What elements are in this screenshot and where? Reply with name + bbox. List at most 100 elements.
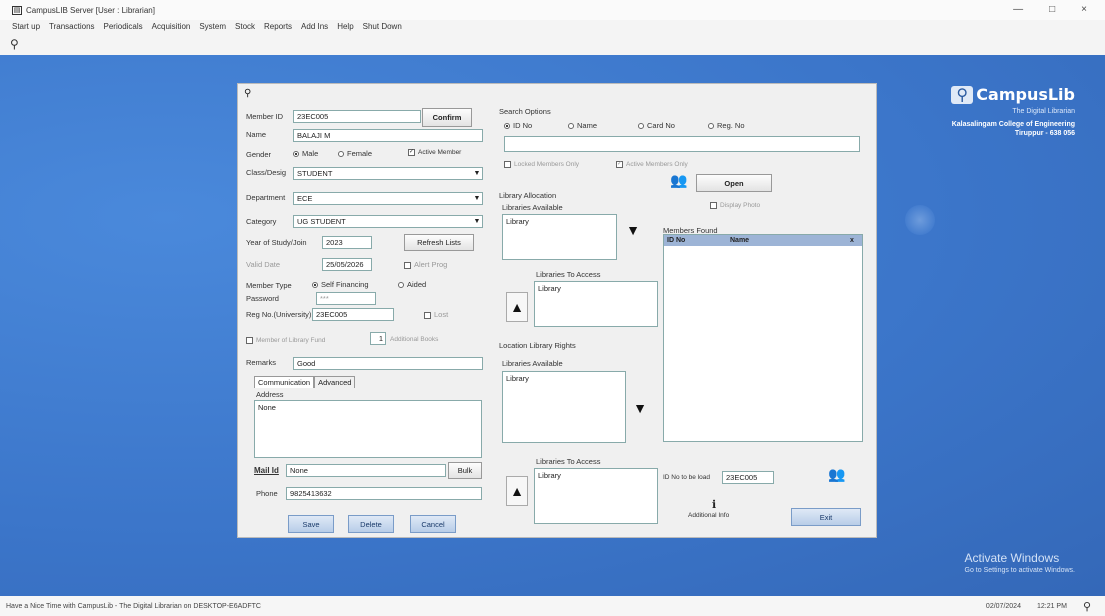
reg-no-field[interactable]: 23EC005 (312, 308, 394, 321)
binoculars-icon: ⚲ (1082, 600, 1091, 613)
minimize-icon[interactable]: — (1013, 4, 1023, 15)
brand-panel: ⚲ CampusLib The Digital Librarian Kalasal… (951, 85, 1075, 137)
search-input[interactable] (504, 136, 860, 152)
status-text: Have a Nice Time with CampusLib - The Di… (6, 602, 261, 610)
members-icon: 👥 (670, 172, 688, 188)
cancel-button[interactable]: Cancel (410, 515, 456, 533)
tab-communication[interactable]: Communication (254, 376, 315, 388)
exit-button[interactable]: Exit (791, 508, 861, 526)
lost-checkbox[interactable]: Lost (424, 310, 448, 319)
arrow-up-icon[interactable]: ▲ (506, 476, 528, 506)
arrow-up-icon[interactable]: ▲ (506, 292, 528, 322)
restore-icon[interactable]: □ (1049, 4, 1055, 15)
search-reg-radio[interactable]: Reg. No (708, 121, 745, 130)
loc-libraries-to-access-list[interactable]: Library (534, 468, 658, 524)
class-combo[interactable]: STUDENT ▼ (293, 167, 483, 180)
year-field[interactable]: 2023 (322, 236, 372, 249)
display-photo-checkbox[interactable]: Display Photo (710, 202, 760, 209)
tab-advanced[interactable]: Advanced (314, 376, 356, 388)
id-to-load-field[interactable]: 23EC005 (722, 471, 774, 484)
refresh-lists-button[interactable]: Refresh Lists (404, 234, 474, 251)
class-label: Class/Desig (246, 168, 287, 177)
menu-system[interactable]: System (199, 22, 226, 36)
remarks-field[interactable]: Good (293, 357, 483, 370)
valid-date-field[interactable]: 25/05/2026 (322, 258, 372, 271)
save-button[interactable]: Save (288, 515, 334, 533)
status-time: 12:21 PM (1036, 602, 1067, 610)
libraries-available-list[interactable]: Library (502, 214, 617, 260)
confirm-button[interactable]: Confirm (422, 108, 472, 127)
col-name-header[interactable]: Name (700, 237, 850, 244)
menu-stock[interactable]: Stock (235, 22, 255, 36)
search-id-radio[interactable]: ID No (504, 121, 532, 130)
search-card-radio[interactable]: Card No (638, 121, 675, 130)
chevron-down-icon: ▼ (473, 195, 481, 202)
menu-periodicals[interactable]: Periodicals (104, 22, 143, 36)
gender-female-radio[interactable]: Female (338, 149, 372, 158)
arrow-down-icon[interactable]: ▼ (629, 394, 651, 424)
libraries-to-access-list[interactable]: Library (534, 281, 658, 327)
status-right: 02/07/2024 12:21 PM ⚲ (986, 600, 1091, 613)
window-titlebar: ▤ CampusLIB Server [User : Librarian] — … (0, 0, 1105, 20)
additional-info-link[interactable]: Additional Info (688, 512, 729, 519)
active-member-checkbox[interactable]: ✓ Active Member (408, 149, 461, 156)
menu-transactions[interactable]: Transactions (49, 22, 95, 36)
status-date: 02/07/2024 (985, 602, 1021, 610)
menu-startup[interactable]: Start up (12, 22, 40, 36)
window-controls: — □ × (1013, 4, 1087, 15)
loc-libraries-available-list[interactable]: Library (502, 371, 626, 443)
locked-members-checkbox[interactable]: Locked Members Only (504, 161, 579, 168)
info-icon[interactable]: ℹ (712, 498, 716, 511)
brand-tagline: The Digital Librarian (1012, 108, 1075, 115)
remarks-label: Remarks (246, 358, 277, 367)
phone-field[interactable]: 9825413632 (286, 487, 482, 500)
phone-label: Phone (256, 489, 278, 498)
members-found-grid[interactable]: ID No Name x (663, 234, 863, 442)
open-button[interactable]: Open (696, 174, 772, 192)
valid-date-label: Valid Date (246, 260, 281, 269)
arrow-down-icon[interactable]: ▼ (622, 216, 644, 246)
active-members-checkbox[interactable]: ✓ Active Members Only (616, 161, 688, 168)
member-dialog: ⚲ Member ID 23EC005 Confirm Name BALAJI … (237, 83, 877, 538)
additional-books-field[interactable]: 1 (370, 332, 386, 345)
close-icon[interactable]: × (1081, 4, 1087, 15)
address-label: Address (256, 390, 284, 399)
name-field[interactable]: BALAJI M (293, 129, 483, 142)
dialog-icon: ⚲ (244, 88, 252, 99)
bulk-button[interactable]: Bulk (448, 462, 482, 479)
department-combo[interactable]: ECE ▼ (293, 192, 483, 205)
category-combo[interactable]: UG STUDENT ▼ (293, 215, 483, 228)
mail-id-label: Mail Id (254, 466, 279, 475)
logo-mark-icon: ⚲ (951, 86, 974, 104)
member-library-checkbox[interactable]: Member of Library Fund (246, 337, 325, 344)
search-name-radio[interactable]: Name (568, 121, 597, 130)
col-close-icon[interactable]: x (850, 237, 862, 244)
col-id-header[interactable]: ID No (664, 237, 700, 244)
chevron-down-icon: ▼ (473, 218, 481, 225)
library-allocation-title: Library Allocation (499, 191, 557, 200)
aided-radio[interactable]: Aided (398, 280, 426, 289)
menu-help[interactable]: Help (337, 22, 353, 36)
member-id-label: Member ID (246, 112, 284, 121)
menu-reports[interactable]: Reports (264, 22, 292, 36)
name-label: Name (246, 130, 267, 139)
gender-label: Gender (246, 150, 272, 159)
binoculars-icon[interactable]: ⚲ (10, 37, 26, 51)
members-load-icon[interactable]: 👥 (828, 466, 845, 483)
college-name: Kalasalingam College of Engineering (951, 121, 1075, 128)
menu-addins[interactable]: Add Ins (301, 22, 328, 36)
alert-prog-checkbox[interactable]: Alert Prog (404, 260, 447, 269)
menu-shutdown[interactable]: Shut Down (363, 22, 402, 36)
mail-id-field[interactable]: None (286, 464, 446, 477)
college-place: Tiruppur - 638 056 (1014, 130, 1075, 137)
delete-button[interactable]: Delete (348, 515, 394, 533)
password-field[interactable]: *** (316, 292, 376, 305)
address-textarea[interactable]: None (254, 400, 482, 458)
window-title: CampusLIB Server [User : Librarian] (26, 5, 155, 15)
menu-acquisition[interactable]: Acquisition (152, 22, 191, 36)
member-id-field[interactable]: 23EC005 (293, 110, 421, 123)
loc-libraries-to-access-label: Libraries To Access (536, 457, 601, 466)
self-financing-radio[interactable]: Self Financing (312, 280, 369, 289)
id-to-load-label: ID No to be load (663, 474, 710, 481)
gender-male-radio[interactable]: Male (293, 149, 318, 158)
